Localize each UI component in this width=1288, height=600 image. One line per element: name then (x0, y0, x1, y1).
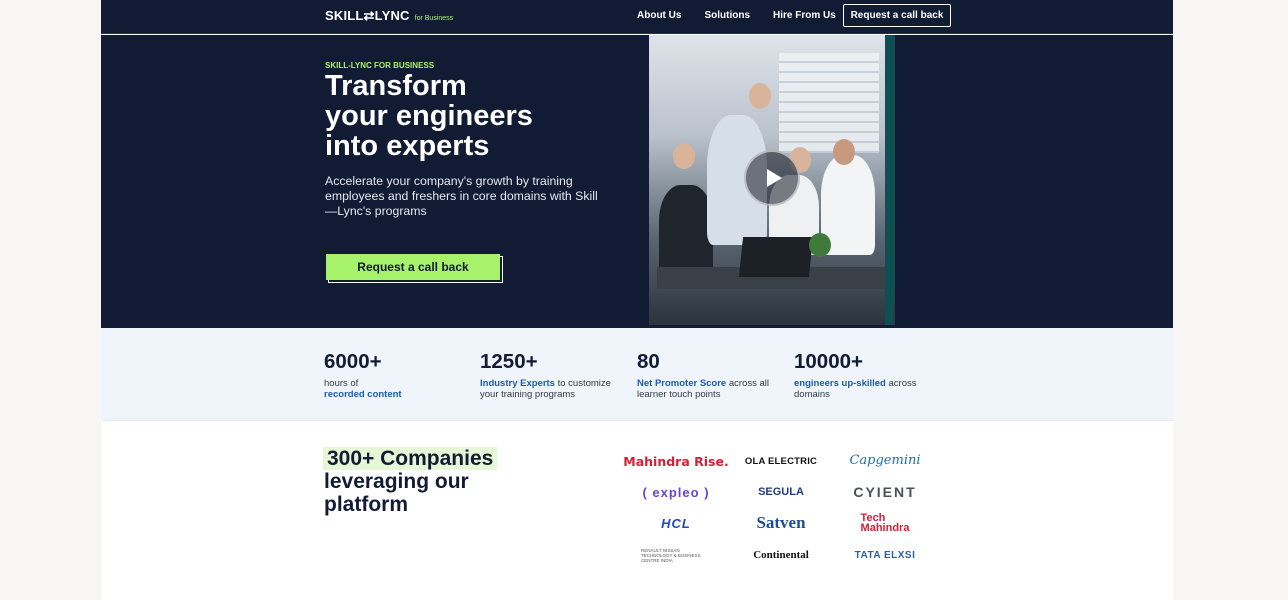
hero-subtext: Accelerate your company's growth by trai… (325, 174, 598, 218)
logo-hcl: HCL (661, 515, 691, 531)
stat-number: 6000+ (324, 350, 382, 373)
play-icon (767, 169, 782, 187)
stat-item: 80 Net Promoter Score across all learner… (637, 350, 787, 400)
logo-satven: Satven (756, 513, 806, 532)
stat-description: Industry Experts to customize your train… (480, 378, 630, 400)
page-frame: SKILL⇄LYNC for Business About Us Solutio… (101, 0, 1173, 600)
hero-headline-line: your engineers (325, 100, 533, 132)
logo-text: SKILL⇄LYNC (325, 8, 410, 23)
companies-title-line: platform (324, 493, 408, 516)
logo-ola-electric: OLA ELECTRIC (744, 455, 818, 467)
hero-headline: Transform your engineers into experts (325, 71, 625, 161)
stat-desc-highlight: recorded content (324, 389, 402, 400)
person-head (749, 83, 771, 109)
hero-cta-wrapper: Request a call back (326, 254, 503, 283)
stat-desc-highlight: Net Promoter Score (637, 378, 727, 389)
office-window (779, 53, 879, 153)
companies-count-chip: 300+ Companies (323, 447, 498, 470)
play-button[interactable] (744, 150, 800, 206)
stat-number: 80 (637, 350, 660, 373)
stats-section: 6000+ hours of recorded content 1250+ In… (101, 328, 1173, 420)
stat-item: 6000+ hours of recorded content (324, 350, 474, 400)
skill-lync-logo[interactable]: SKILL⇄LYNC for Business (325, 8, 453, 24)
hero-eyebrow: SKILL-LYNC FOR BUSINESS (325, 61, 435, 70)
stat-description: Net Promoter Score across all learner to… (637, 378, 787, 400)
companies-section: 300+ Companies leveraging our platform M… (101, 420, 1173, 600)
stat-description: engineers up-skilled across domains (794, 378, 944, 400)
stat-item: 10000+ engineers up-skilled across domai… (794, 350, 944, 400)
laptop (738, 237, 814, 277)
stat-description: hours of recorded content (324, 378, 474, 400)
person-head (833, 139, 855, 165)
nav-link-hire-from-us[interactable]: Hire From Us (773, 10, 836, 21)
logo-renault-nissan: RENAULT NISSAN TECHNOLOGY & BUSINESS CEN… (641, 547, 701, 563)
stat-number: 1250+ (480, 350, 538, 373)
logo-segula: SEGULA (758, 486, 804, 498)
stat-number: 10000+ (794, 350, 863, 373)
companies-title: 300+ Companies leveraging our platform (323, 447, 498, 516)
logo-subtext: for Business (414, 15, 454, 22)
logo-expleo: ( expleo ) (642, 484, 710, 500)
hero-video[interactable] (649, 35, 895, 325)
person (659, 185, 713, 275)
nav-links: About Us Solutions Hire From Us (637, 10, 859, 21)
hero-section: SKILL-LYNC FOR BUSINESS Transform your e… (101, 35, 1173, 328)
stat-desc-highlight: engineers up-skilled (794, 378, 886, 389)
stat-item: 1250+ Industry Experts to customize your… (480, 350, 630, 400)
plant (809, 233, 831, 257)
logo-tech-mahindra: Tech Mahindra (860, 512, 910, 534)
hero-headline-line: into experts (325, 130, 490, 162)
logo-mahindra-rise: Mahindra Rise. (623, 453, 729, 469)
hero-headline-line: Transform (325, 70, 467, 102)
hero-request-callback-button[interactable]: Request a call back (326, 254, 500, 280)
person-head (673, 143, 695, 169)
logo-capgemini: Capgemini (849, 452, 921, 468)
nav-request-callback-button[interactable]: Request a call back (843, 4, 951, 27)
nav-link-solutions[interactable]: Solutions (704, 10, 750, 21)
logo-cyient: CYIENT (853, 484, 917, 500)
top-nav: SKILL⇄LYNC for Business About Us Solutio… (101, 0, 1173, 34)
companies-title-line: leveraging our (324, 470, 469, 493)
stat-desc-pre: hours of (324, 378, 359, 389)
stat-desc-highlight: Industry Experts (480, 378, 555, 389)
logo-continental: Continental (753, 549, 809, 561)
logo-tata-elxsi: TATA ELXSI (854, 549, 916, 561)
nav-link-about-us[interactable]: About Us (637, 10, 681, 21)
